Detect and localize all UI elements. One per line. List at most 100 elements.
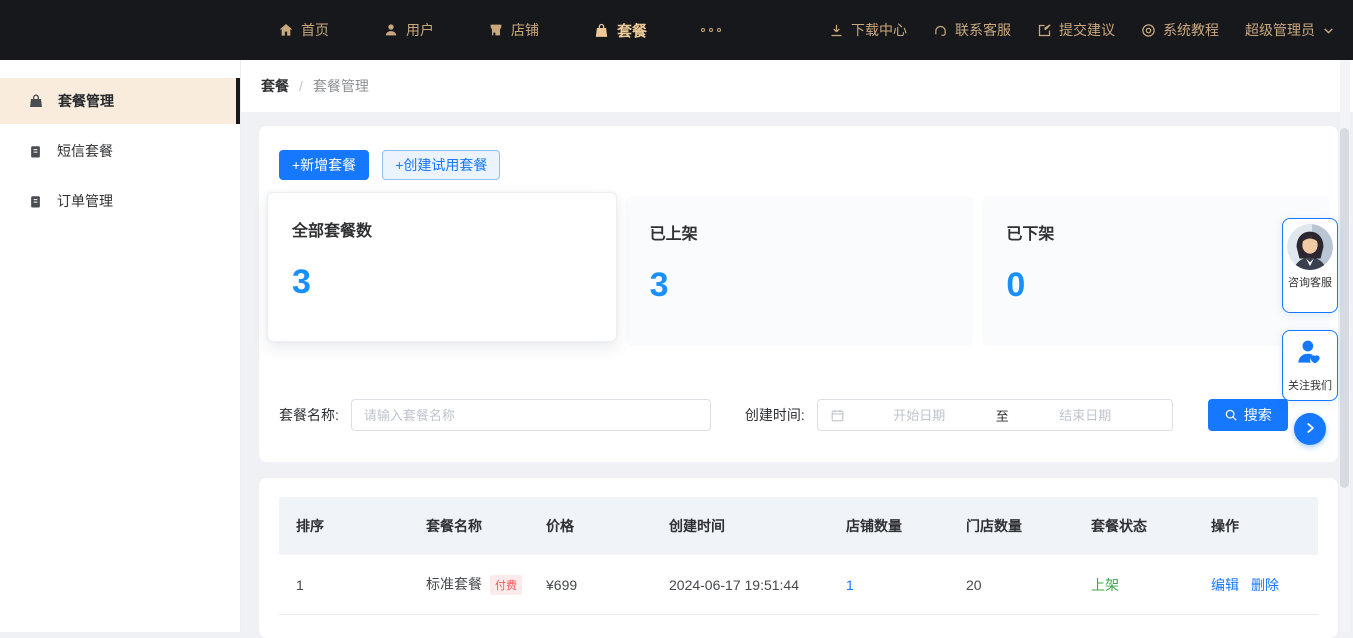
scrollbar-thumb[interactable] (1340, 128, 1349, 488)
stat-title: 全部套餐数 (292, 217, 592, 241)
column-header-sort: 排序 (279, 516, 409, 536)
sidebar: 套餐管理 短信套餐 订单管理 (0, 60, 240, 632)
cell-price: ¥699 (529, 577, 652, 593)
nav-item-home[interactable]: 首页 (278, 20, 329, 40)
nav-item-user[interactable]: 用户 (383, 20, 434, 40)
edit-icon (1037, 23, 1052, 38)
shop-icon (488, 22, 504, 38)
status-badge: 上架 (1091, 577, 1119, 593)
breadcrumb-root[interactable]: 套餐 (261, 76, 289, 96)
user-icon (383, 22, 399, 38)
sidebar-item-order-management[interactable]: 订单管理 (0, 178, 240, 224)
service-agent-avatar (1287, 224, 1333, 270)
package-name: 标准套餐 (426, 576, 482, 592)
column-header-price: 价格 (529, 516, 652, 536)
column-header-created: 创建时间 (652, 516, 829, 536)
range-separator: 至 (994, 406, 1011, 425)
chevron-right-icon (1303, 421, 1317, 438)
tutorial-icon (1141, 23, 1156, 38)
chevron-down-icon (1322, 24, 1335, 37)
filter-bar: 套餐名称: 创建时间: 至 搜索 (279, 399, 1318, 431)
stat-card-on-shelf: 已上架 3 (626, 196, 974, 346)
customer-service-label: 咨询客服 (1283, 274, 1337, 290)
edit-link[interactable]: 编辑 (1211, 575, 1239, 595)
stat-card-off-shelf: 已下架 0 (982, 196, 1330, 346)
search-icon (1224, 408, 1238, 422)
start-date-input[interactable] (845, 408, 994, 423)
utility-nav: 下载中心 联系客服 提交建议 系统教程 超级管理员 (829, 20, 1353, 40)
collapse-widgets-button[interactable] (1294, 413, 1326, 445)
account-menu[interactable]: 超级管理员 (1245, 20, 1335, 40)
cell-store-count: 20 (949, 577, 1074, 593)
follow-us-widget[interactable]: 关注我们 (1282, 330, 1338, 401)
column-header-shop-count: 店铺数量 (829, 516, 949, 536)
cell-status: 上架 (1074, 575, 1194, 595)
breadcrumb-separator: / (299, 78, 303, 94)
sidebar-item-package-management[interactable]: 套餐管理 (0, 78, 240, 124)
nav-item-shop[interactable]: 店铺 (488, 20, 539, 40)
stat-card-total-packages: 全部套餐数 3 (267, 192, 617, 342)
create-trial-package-button[interactable]: +创建试用套餐 (382, 150, 500, 180)
main-content: 套餐 / 套餐管理 +新增套餐 +创建试用套餐 全部套餐数 3 已上架 3 已下… (240, 60, 1353, 632)
end-date-input[interactable] (1011, 408, 1160, 423)
stats-row: 全部套餐数 3 已上架 3 已下架 0 (267, 196, 1330, 346)
more-icon (701, 28, 721, 32)
top-navbar: 首页 用户 店铺 套餐 下载中心 (0, 0, 1353, 60)
cell-sort: 1 (279, 577, 409, 593)
add-package-button[interactable]: +新增套餐 (279, 150, 369, 180)
shop-count-link[interactable]: 1 (846, 577, 854, 593)
table-row: 1 标准套餐付费 ¥699 2024-06-17 19:51:44 1 20 上… (279, 555, 1318, 615)
follow-us-label: 关注我们 (1283, 377, 1337, 393)
package-name-input[interactable] (351, 399, 711, 431)
nav-item-label: 套餐 (617, 20, 647, 41)
nav-item-label: 系统教程 (1163, 20, 1219, 40)
stat-title: 已下架 (1006, 220, 1306, 244)
search-button[interactable]: 搜索 (1208, 399, 1288, 431)
sidebar-item-label: 短信套餐 (57, 141, 113, 161)
column-header-name: 套餐名称 (409, 516, 529, 536)
sidebar-item-label: 订单管理 (57, 191, 113, 211)
document-icon (28, 194, 43, 209)
column-header-store-count: 门店数量 (949, 516, 1074, 536)
bag-icon (28, 93, 44, 109)
nav-item-label: 提交建议 (1059, 20, 1115, 40)
nav-item-label: 下载中心 (851, 20, 907, 40)
nav-item-label: 首页 (301, 20, 329, 40)
nav-item-download-center[interactable]: 下载中心 (829, 20, 907, 40)
breadcrumb-current: 套餐管理 (313, 76, 369, 96)
nav-item-submit-feedback[interactable]: 提交建议 (1037, 20, 1115, 40)
sidebar-item-label: 套餐管理 (58, 91, 114, 111)
nav-item-label: 用户 (406, 20, 434, 40)
bag-icon (593, 22, 610, 39)
sidebar-item-sms-package[interactable]: 短信套餐 (0, 128, 240, 174)
home-icon (278, 22, 294, 38)
scrollbar-track (1340, 60, 1350, 632)
toolbar: +新增套餐 +创建试用套餐 (259, 126, 1338, 180)
nav-item-system-tutorial[interactable]: 系统教程 (1141, 20, 1219, 40)
nav-item-contact-support[interactable]: 联系客服 (933, 20, 1011, 40)
date-range-picker[interactable]: 至 (817, 399, 1173, 431)
created-time-label: 创建时间: (745, 405, 805, 425)
main-nav: 首页 用户 店铺 套餐 (0, 20, 721, 41)
delete-link[interactable]: 删除 (1251, 575, 1279, 595)
stat-value: 3 (292, 263, 592, 302)
cell-name: 标准套餐付费 (409, 574, 529, 595)
document-icon (28, 144, 43, 159)
customer-service-widget[interactable]: 咨询客服 (1282, 218, 1338, 313)
download-icon (829, 23, 844, 38)
column-header-status: 套餐状态 (1074, 516, 1194, 536)
nav-item-label: 店铺 (511, 20, 539, 40)
nav-item-package[interactable]: 套餐 (593, 20, 647, 41)
nav-more-button[interactable] (701, 28, 721, 32)
headset-icon (933, 23, 948, 38)
cell-created: 2024-06-17 19:51:44 (652, 577, 829, 593)
nav-item-label: 联系客服 (955, 20, 1011, 40)
stat-value: 0 (1006, 266, 1306, 305)
stat-title: 已上架 (650, 220, 950, 244)
cell-actions: 编辑 删除 (1194, 575, 1318, 595)
table-header-row: 排序 套餐名称 价格 创建时间 店铺数量 门店数量 套餐状态 操作 (279, 497, 1318, 555)
overview-panel: +新增套餐 +创建试用套餐 全部套餐数 3 已上架 3 已下架 0 套餐名称: (259, 126, 1338, 462)
cell-shop-count: 1 (829, 577, 949, 593)
breadcrumb: 套餐 / 套餐管理 (241, 60, 1353, 112)
scroll-area: +新增套餐 +创建试用套餐 全部套餐数 3 已上架 3 已下架 0 套餐名称: (241, 112, 1353, 638)
